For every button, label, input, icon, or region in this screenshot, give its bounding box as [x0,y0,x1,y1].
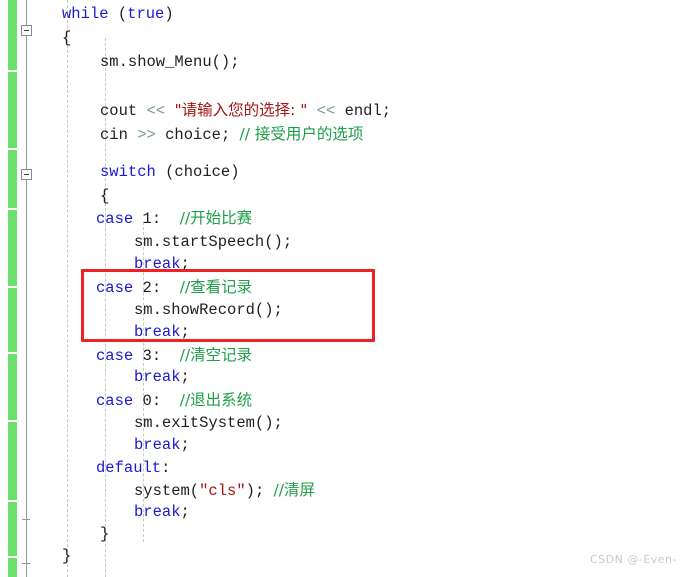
code-token-pln: choice; [155,126,240,144]
code-token-cmt: // 接受用户的选项 [239,125,364,143]
code-token-pln: 0: [133,392,180,410]
code-token-cmt: //清空记录 [179,346,253,364]
code-line[interactable]: case 0: //退出系统 [96,388,252,412]
code-token-pln [307,102,316,120]
code-token-kw: case [96,347,134,365]
code-token-pln: sm.show_Menu(); [100,53,240,71]
code-token-pln: cin [100,126,138,144]
code-token-pln: ; [180,368,190,386]
code-token-pln: 1: [133,210,180,228]
code-token-op: >> [137,126,156,144]
code-token-pln: endl; [335,102,392,120]
code-token-kw: true [127,5,165,23]
code-token-pln: ( [117,5,128,23]
code-line[interactable]: default: [96,456,170,480]
code-token-op: << [146,102,166,120]
code-line[interactable]: case 1: //开始比赛 [96,206,252,230]
csdn-watermark: CSDN @-Even- [590,553,677,566]
code-line[interactable]: break; [134,433,190,457]
code-token-kw: default [96,459,162,477]
code-token-pln: ; [180,436,190,454]
code-token-pln: sm.startSpeech(); [134,233,293,251]
code-token-kw: break [134,436,181,454]
code-token-kw: case [96,210,134,228]
code-token-cmt: //清屏 [273,481,315,499]
code-line[interactable]: { [100,184,109,208]
code-line[interactable]: cout << "请输入您的选择: " << endl; [100,98,391,122]
code-token-pln: { [62,29,72,47]
code-line[interactable]: } [100,522,109,546]
code-token-kw: break [134,368,181,386]
code-token-op: << [316,102,336,120]
code-line[interactable]: while (true) [62,2,174,26]
code-token-pln: sm.exitSystem(); [134,414,283,432]
code-token-kw: break [134,503,181,521]
code-line[interactable]: system("cls"); //清屏 [134,478,315,502]
code-token-kw: switch [100,163,156,181]
code-line[interactable]: sm.show_Menu(); [100,50,240,74]
code-line[interactable]: } [62,544,71,568]
code-token-pln: 3: [133,347,180,365]
code-line[interactable]: case 3: //清空记录 [96,343,252,367]
code-line[interactable]: cin >> choice; // 接受用户的选项 [100,122,363,146]
code-token-pln: system( [134,482,200,500]
code-line[interactable]: sm.startSpeech(); [134,230,292,254]
code-line[interactable]: break; [134,500,190,524]
code-token-pln: cout [100,102,147,120]
code-token-pln: : [161,459,171,477]
code-line[interactable]: switch (choice) [100,160,240,184]
code-line[interactable]: sm.exitSystem(); [134,411,283,435]
code-token-str: "cls" [199,482,246,500]
annotation-rectangle [81,269,375,342]
code-token-cmt: //退出系统 [179,391,253,409]
code-token-pln: } [62,547,72,565]
code-token-pln: (choice) [155,163,240,181]
code-token-pln: ) [164,5,174,23]
code-token-pln [109,5,118,23]
code-token-kw: while [62,5,109,23]
code-line[interactable]: break; [134,365,190,389]
code-token-pln: ); [245,482,274,500]
code-token-pln: ; [180,503,190,521]
code-line[interactable]: { [62,26,71,50]
code-token-str: "请输入您的选择: " [174,101,308,119]
code-token-pln: } [100,525,110,543]
code-token-kw: case [96,392,134,410]
code-token-cmt: //开始比赛 [179,209,253,227]
code-editor-view: while (true) { sm.show_Menu();cout << "请输入… [0,0,683,577]
code-token-pln: { [100,187,110,205]
